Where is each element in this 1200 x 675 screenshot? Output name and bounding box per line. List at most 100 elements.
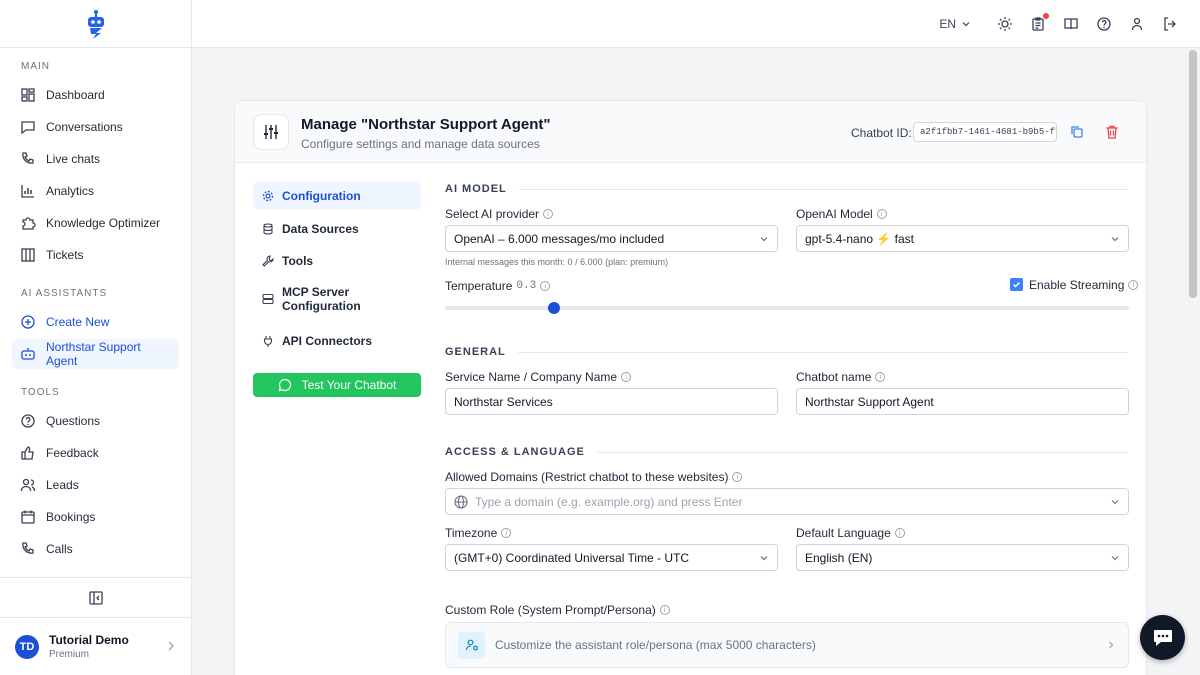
info-icon[interactable]: i (875, 372, 886, 382)
tab-api-connectors[interactable]: API Connectors (253, 326, 421, 355)
info-icon[interactable]: i (659, 605, 670, 615)
custom-role-editor[interactable]: Customize the assistant role/persona (ma… (445, 622, 1129, 668)
section-heading-general: GENERAL (445, 346, 1128, 358)
profile-button[interactable] (1129, 16, 1145, 32)
sidebar-item-label: Conversations (46, 120, 123, 134)
custom-role-label: Custom Role (System Prompt/Persona) i (445, 603, 670, 617)
info-icon[interactable]: i (543, 209, 554, 219)
section-heading-ai-model: AI MODEL (445, 183, 1128, 195)
sidebar-item-label: Analytics (46, 184, 95, 198)
copy-icon (1071, 126, 1083, 138)
sidebar-item-calls[interactable]: Calls (12, 534, 179, 564)
dashboard-icon (21, 88, 35, 102)
default-language-select[interactable]: English (EN) (796, 544, 1129, 571)
puzzle-icon (22, 217, 36, 230)
info-icon[interactable]: i (501, 528, 512, 538)
sidebar-item-label: Questions (46, 414, 101, 428)
calendar-icon (21, 510, 35, 524)
input-placeholder: Type a domain (e.g. example.org) and pre… (475, 494, 743, 509)
collapse-sidebar-button[interactable] (0, 577, 191, 618)
sidebar-item-leads[interactable]: Leads (12, 470, 179, 500)
scrollbar-thumb[interactable] (1189, 50, 1197, 298)
user-menu[interactable]: TD Tutorial Demo Premium (0, 618, 191, 675)
thumbs-up-icon (21, 446, 34, 460)
sidebar-item-knowledge-optimizer[interactable]: Knowledge Optimizer (12, 208, 179, 238)
timezone-select[interactable]: (GMT+0) Coordinated Universal Time - UTC (445, 544, 778, 571)
sidebar-item-label: Feedback (46, 446, 99, 460)
notifications-button[interactable] (1030, 13, 1049, 32)
tab-label: Tools (282, 253, 314, 268)
info-icon[interactable]: i (540, 281, 551, 291)
chevron-down-icon (760, 236, 768, 241)
copy-id-button[interactable] (1069, 124, 1085, 140)
chatbot-name-input[interactable]: Northstar Support Agent (796, 388, 1129, 415)
help-circle-icon (21, 414, 35, 428)
section-heading-text: AI MODEL (445, 183, 507, 195)
user-gear-icon (458, 631, 485, 659)
sidebar-item-label: Tickets (46, 248, 84, 262)
openai-model-select[interactable]: gpt-5.4-nano ⚡ fast (796, 225, 1129, 252)
tab-configuration[interactable]: Configuration (253, 181, 421, 210)
language-value: EN (939, 17, 956, 31)
active-assistant-label: Northstar Support Agent (46, 340, 141, 368)
slider-thumb[interactable] (548, 302, 561, 314)
info-icon[interactable]: i (894, 528, 905, 538)
chevron-down-icon (962, 22, 970, 27)
chevron-down-icon (1111, 499, 1119, 504)
phone-chat-icon (22, 152, 34, 164)
page-scrollbar[interactable] (1188, 48, 1198, 675)
info-icon[interactable]: i (1128, 280, 1139, 290)
temperature-value: 0.3 (516, 280, 537, 292)
chat-bubble-icon (1153, 629, 1172, 646)
sidebar-item-label: Calls (46, 542, 73, 556)
columns-icon (21, 248, 35, 262)
tab-tools[interactable]: Tools (253, 246, 421, 275)
allowed-domains-input[interactable]: Type a domain (e.g. example.org) and pre… (445, 488, 1129, 515)
sidebar-item-dashboard[interactable]: Dashboard (12, 80, 179, 110)
section-heading-text: ACCESS & LANGUAGE (445, 446, 585, 458)
sidebar-item-label: Live chats (46, 152, 101, 166)
sidebar-item-live-chats[interactable]: Live chats (12, 144, 179, 174)
divider (596, 451, 1128, 453)
top-actions: EN (939, 0, 1178, 48)
ai-provider-select[interactable]: OpenAI – 6.000 messages/mo included (445, 225, 778, 252)
sidebar-item-northstar-support-agent[interactable]: Northstar Support Agent (12, 339, 179, 369)
chat-bubble-icon (278, 378, 291, 392)
sidebar-item-label: Dashboard (46, 88, 105, 102)
sidebar-item-analytics[interactable]: Analytics (12, 176, 179, 206)
info-icon[interactable]: i (621, 372, 632, 382)
tab-label: API Connectors (282, 333, 373, 348)
delete-chatbot-button[interactable] (1104, 124, 1120, 140)
info-icon[interactable]: i (732, 472, 743, 482)
model-label: OpenAI Model i (796, 207, 887, 221)
label-text: Default Language (796, 526, 891, 540)
tab-mcp-server[interactable]: MCP Server Configuration (253, 281, 421, 317)
plus-circle-icon (21, 315, 35, 329)
chat-widget-button[interactable] (1140, 615, 1185, 660)
chevron-down-icon (760, 555, 768, 560)
temperature-slider[interactable] (445, 302, 1129, 314)
test-chatbot-button[interactable]: Test Your Chatbot (253, 373, 421, 397)
chatbot-id-field[interactable]: a2f1fbb7-1461-4681-b9b5-f72 (913, 122, 1057, 142)
help-button[interactable] (1096, 16, 1112, 32)
chevron-down-icon (1111, 236, 1119, 241)
tab-label: Configuration (282, 188, 361, 203)
sidebar-item-tickets[interactable]: Tickets (12, 240, 179, 270)
sidebar-item-questions[interactable]: Questions (12, 406, 179, 436)
info-icon[interactable]: i (876, 209, 887, 219)
create-new-assistant-button[interactable]: Create New (12, 307, 179, 337)
docs-button[interactable] (1063, 16, 1079, 32)
divider (518, 188, 1128, 190)
server-icon (262, 293, 274, 305)
theme-toggle-button[interactable] (997, 16, 1013, 32)
logout-button[interactable] (1162, 16, 1178, 32)
sidebar-item-feedback[interactable]: Feedback (12, 438, 179, 468)
avatar: TD (15, 634, 39, 659)
language-selector[interactable]: EN (939, 17, 970, 31)
service-name-input[interactable]: Northstar Services (445, 388, 778, 415)
enable-streaming-checkbox[interactable] (1010, 278, 1023, 291)
sidebar-item-conversations[interactable]: Conversations (12, 112, 179, 142)
tab-data-sources[interactable]: Data Sources (253, 214, 421, 243)
app-logo[interactable] (0, 0, 191, 48)
sidebar-item-bookings[interactable]: Bookings (12, 502, 179, 532)
